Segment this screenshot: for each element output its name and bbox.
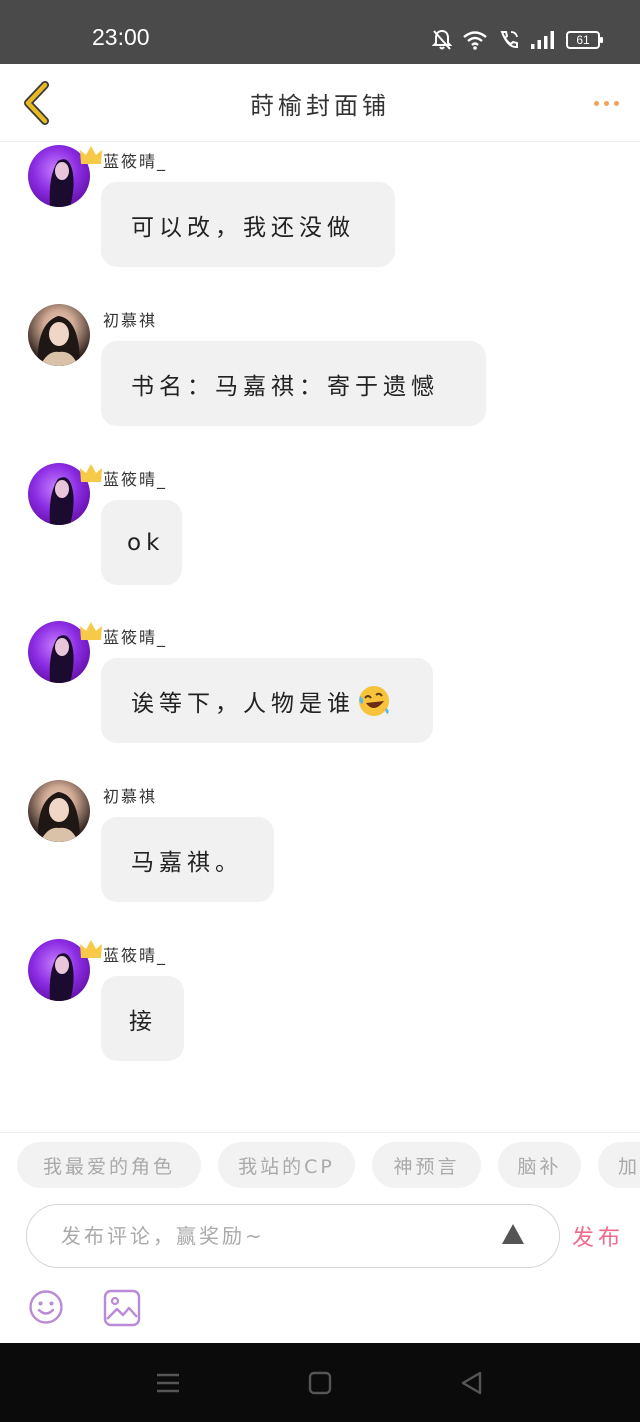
- page-title: 莳榆封面铺: [250, 92, 390, 120]
- laughing-tears-emoji-icon: [359, 685, 389, 716]
- topic-chips: 我最爱的角色 我站的CP 神预言 脑补 加: [0, 1142, 640, 1190]
- username: 蓝筱晴_: [103, 152, 168, 171]
- message-bubble: 接: [101, 976, 184, 1061]
- username: 蓝筱晴_: [103, 946, 168, 965]
- topic-chip[interactable]: 脑补: [498, 1142, 581, 1188]
- system-nav-bar: [0, 1343, 640, 1422]
- more-options-button[interactable]: [588, 86, 624, 120]
- divider: [0, 1132, 640, 1133]
- username: 蓝筱晴_: [103, 470, 168, 489]
- chat-message: 蓝筱晴_ 接: [0, 936, 640, 1066]
- username: 初慕祺: [103, 787, 158, 806]
- chat-message: 蓝筱晴_ ok: [0, 460, 640, 590]
- message-bubble: 可以改，我还没做: [101, 182, 395, 267]
- message-text: 诶等下，人物是谁: [131, 690, 355, 717]
- message-bubble: 诶等下，人物是谁: [101, 658, 433, 743]
- avatar-figure-icon: [37, 316, 80, 366]
- topic-chip[interactable]: 神预言: [372, 1142, 481, 1188]
- message-bubble: 书名：马嘉祺：寄于遗憾: [101, 341, 486, 426]
- top-bar: 莳榆封面铺: [0, 64, 640, 142]
- crown-badge-icon: [80, 940, 102, 958]
- username: 蓝筱晴_: [103, 628, 168, 647]
- mute-bell-icon: [432, 29, 452, 50]
- crown-badge-icon: [80, 464, 102, 482]
- chat-message: 初慕祺 书名：马嘉祺：寄于遗憾: [0, 301, 640, 431]
- message-bubble: ok: [101, 500, 182, 585]
- status-time: 23:00: [92, 24, 150, 50]
- more-dot: [603, 100, 609, 106]
- avatar-figure-icon: [37, 792, 80, 842]
- back-nav-icon[interactable]: [458, 1369, 486, 1397]
- chat-message: 蓝筱晴_ 诶等下，人物是谁: [0, 618, 640, 748]
- topic-chip[interactable]: 我最爱的角色: [17, 1142, 201, 1188]
- publish-button[interactable]: 发布: [572, 1220, 624, 1252]
- send-arrow-icon[interactable]: [501, 1222, 525, 1246]
- more-dot: [613, 100, 619, 106]
- chat-message: 蓝筱晴_ 可以改，我还没做: [0, 142, 640, 272]
- chat-list: 蓝筱晴_ 可以改，我还没做 初慕祺 书名：马嘉祺：寄于遗憾 蓝筱晴_ ok 蓝筱…: [0, 142, 640, 1132]
- signal-icon: [531, 31, 554, 49]
- emoji-icon[interactable]: [28, 1289, 64, 1325]
- comment-box: [26, 1204, 560, 1268]
- comment-input[interactable]: [61, 1205, 481, 1267]
- topic-chip[interactable]: 加: [598, 1142, 640, 1188]
- message-bubble: 马嘉祺。: [101, 817, 274, 902]
- more-dot: [593, 100, 599, 106]
- recent-apps-icon[interactable]: [154, 1369, 182, 1397]
- wifi-icon: [463, 31, 487, 50]
- username: 初慕祺: [103, 311, 158, 330]
- avatar[interactable]: [28, 304, 90, 366]
- call-icon: [500, 31, 518, 49]
- status-icons: 61: [432, 27, 603, 53]
- status-bar: 23:00 61: [0, 0, 640, 64]
- battery-icon: 61: [566, 31, 603, 49]
- topic-chip[interactable]: 我站的CP: [218, 1142, 355, 1188]
- chat-message: 初慕祺 马嘉祺。: [0, 777, 640, 907]
- image-upload-icon[interactable]: [103, 1289, 141, 1327]
- crown-badge-icon: [80, 146, 102, 164]
- avatar[interactable]: [28, 780, 90, 842]
- home-icon[interactable]: [306, 1369, 334, 1397]
- crown-badge-icon: [80, 622, 102, 640]
